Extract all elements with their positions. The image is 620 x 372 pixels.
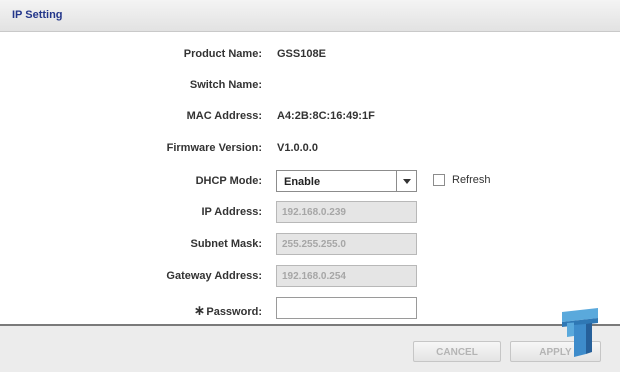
firmware-version-label: Firmware Version: xyxy=(166,142,262,154)
password-label-wrap: ∗Password: xyxy=(100,302,262,319)
ip-address-row: IP Address: 192.168.0.239 xyxy=(0,201,620,223)
dhcp-mode-select[interactable]: Enable xyxy=(276,170,417,192)
switch-name-label: Switch Name: xyxy=(189,79,262,91)
ip-setting-form: Product Name: GSS108E Switch Name: MAC A… xyxy=(0,32,620,326)
refresh-label[interactable]: Refresh xyxy=(452,174,491,186)
panel-title: IP Setting xyxy=(12,9,63,21)
mac-address-row: MAC Address: A4:2B:8C:16:49:1F xyxy=(0,105,620,127)
mac-address-value: A4:2B:8C:16:49:1F xyxy=(277,110,375,122)
refresh-checkbox[interactable] xyxy=(433,174,445,186)
dhcp-mode-row: DHCP Mode: Enable Refresh xyxy=(0,170,620,192)
password-label: Password: xyxy=(206,306,262,318)
mac-address-label: MAC Address: xyxy=(186,110,262,122)
firmware-version-row: Firmware Version: V1.0.0.0 xyxy=(0,137,620,159)
password-field[interactable] xyxy=(276,297,417,319)
gateway-address-field[interactable]: 192.168.0.254 xyxy=(276,265,417,287)
product-name-value: GSS108E xyxy=(277,48,326,60)
dhcp-mode-label: DHCP Mode: xyxy=(195,175,262,187)
firmware-version-value: V1.0.0.0 xyxy=(277,142,318,154)
ip-address-field[interactable]: 192.168.0.239 xyxy=(276,201,417,223)
product-name-label: Product Name: xyxy=(183,48,262,60)
subnet-mask-label: Subnet Mask: xyxy=(190,238,262,250)
subnet-mask-row: Subnet Mask: 255.255.255.0 xyxy=(0,233,620,255)
dhcp-mode-selected-value: Enable xyxy=(284,176,321,188)
gateway-address-row: Gateway Address: 192.168.0.254 xyxy=(0,265,620,287)
product-name-row: Product Name: GSS108E xyxy=(0,43,620,65)
switch-name-row: Switch Name: xyxy=(0,74,620,96)
password-row: ∗Password: xyxy=(0,297,620,319)
ip-address-label: IP Address: xyxy=(201,206,262,218)
tweaktown-tt-logo xyxy=(562,308,598,357)
cancel-button[interactable]: CANCEL xyxy=(413,341,501,362)
chevron-down-icon[interactable] xyxy=(396,171,416,191)
panel-header: IP Setting xyxy=(0,0,620,32)
gateway-address-label: Gateway Address: xyxy=(166,270,262,282)
subnet-mask-field[interactable]: 255.255.255.0 xyxy=(276,233,417,255)
required-asterisk-icon: ∗ xyxy=(193,302,206,318)
